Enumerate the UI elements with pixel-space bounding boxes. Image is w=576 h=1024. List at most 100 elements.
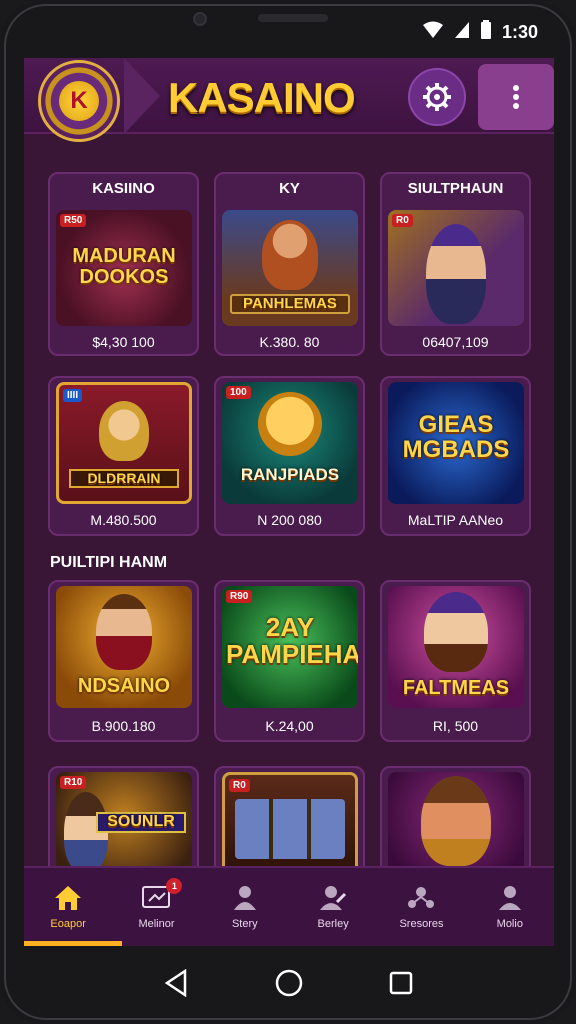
slot-reels [235,799,345,859]
game-art-title: GIEAS MGBADS [402,411,510,464]
character-figure [96,594,152,670]
game-badge: R50 [60,214,87,227]
app-screen: K KASAINO KASIINO R50 MADURAN DOOKOS $4,… [24,58,554,946]
nav-label: Eoapor [50,918,86,930]
nav-item-resources[interactable]: Sresores [377,868,465,946]
section-title: PUILTIPI HANM [50,554,168,571]
game-art-title: NDSAINO [77,675,171,697]
game-thumbnail: R10 SOUNLR [56,772,192,874]
game-badge: R0 [229,779,250,792]
game-card[interactable]: GIEAS MGBADS MaLTIP AANeo [380,376,531,536]
status-time: 1:30 [501,22,538,42]
status-bar: 1:30 [422,20,538,45]
recents-button[interactable] [389,971,413,1000]
wifi-icon [422,21,444,44]
game-card[interactable]: R0 [214,766,365,876]
game-badge: R10 [60,776,87,789]
game-art-title: PANHLEMAS [230,294,350,314]
game-card[interactable]: IIII DLDRRAIN M.480.500 [48,376,199,536]
game-thumbnail: 100 RANJPIADS [222,382,358,504]
back-button[interactable] [163,968,189,1002]
home-circle-icon [275,969,303,996]
game-card[interactable]: R10 SOUNLR [48,766,199,876]
game-badge: IIII [63,389,83,402]
character-figure [426,224,486,324]
bottom-navigation: Eoapor Melinor 1 Stery Berley Sresores M… [24,866,554,946]
game-value: K.24,00 [265,718,314,734]
game-art-title: SOUNLR [96,812,186,833]
game-badge: R0 [392,214,413,227]
game-thumbnail: NDSAINO [56,586,192,708]
nav-item-account[interactable]: Molio [466,868,554,946]
game-category-label: KASIINO [92,180,155,197]
system-navigation-bar [0,946,576,1024]
game-thumbnail: R90 2AY PAMPIEHAIS [222,586,358,708]
settings-button[interactable] [408,68,466,126]
game-thumbnail: R50 MADURAN DOOKOS [56,210,192,326]
game-thumbnail: R0 [222,772,358,874]
nav-label: Molio [496,918,523,930]
character-figure [258,392,322,456]
character-figure [262,220,318,290]
game-value: MaLTIP AANeo [407,512,504,528]
gear-icon [423,83,451,111]
account-icon [498,886,521,910]
phone-frame: 1:30 K KASAINO KASIINO R50 MADURAN DOOKO… [0,0,576,1024]
game-category-label: SIULTPHAUN [407,180,504,197]
app-title: KASAINO [168,74,356,121]
app-header: K KASAINO [24,58,554,142]
game-badge: R90 [226,590,253,603]
nav-label: Sresores [399,918,444,930]
app-logo[interactable]: K [38,60,120,142]
earpiece-speaker [258,14,328,22]
game-value: N 200 080 [257,512,322,528]
game-thumbnail: PANHLEMAS [222,210,358,326]
game-value: B.900.180 [91,718,156,734]
game-card[interactable]: FALTMEAS RI, 500 [380,580,531,742]
more-vertical-icon [513,85,519,109]
home-button[interactable] [275,969,303,1002]
game-art-title: 2AY PAMPIEHAIS [226,612,358,670]
game-art-title: DLDRRAIN [69,469,179,488]
battery-icon [480,20,492,45]
game-card[interactable] [380,766,531,876]
nav-item-home[interactable]: Eoapor [24,868,122,946]
nav-item-dashboard[interactable]: Melinor 1 [112,868,200,946]
game-badge: 100 [226,386,251,399]
game-thumbnail: FALTMEAS [388,586,524,708]
signal-icon [454,21,470,44]
game-thumbnail: IIII DLDRRAIN [56,382,192,504]
game-card[interactable]: SIULTPHAUN R0 06407,109 [380,172,531,356]
game-thumbnail [388,772,524,874]
game-art-title: FALTMEAS [402,677,510,699]
more-options-button[interactable] [478,64,554,130]
character-figure [99,401,149,461]
game-card[interactable]: KY PANHLEMAS K.380. 80 [214,172,365,356]
nav-item-berley[interactable]: Berley [289,868,377,946]
game-value: RI, 500 [432,718,479,734]
nav-item-story[interactable]: Stery [201,868,289,946]
game-card[interactable]: R90 2AY PAMPIEHAIS K.24,00 [214,580,365,742]
profile-icon [233,886,256,910]
game-art-title: RANJPIADS [240,465,340,484]
network-icon [408,887,435,908]
game-card[interactable]: NDSAINO B.900.180 [48,580,199,742]
user-edit-icon [320,886,347,910]
home-icon [55,886,82,910]
nav-label: Stery [231,918,258,930]
character-figure [421,776,491,866]
back-triangle-icon [164,968,187,997]
game-card[interactable]: 100 RANJPIADS N 200 080 [214,376,365,536]
character-figure [424,592,488,672]
nav-label: Berley [317,918,349,930]
nav-label: Melinor [138,918,175,930]
game-thumbnail: R0 [388,210,524,326]
game-value: M.480.500 [90,512,157,528]
game-thumbnail: GIEAS MGBADS [388,382,524,504]
game-card[interactable]: KASIINO R50 MADURAN DOOKOS $4,30 100 [48,172,199,356]
logo-letter: K [59,81,99,121]
game-art-title: MADURAN DOOKOS [72,245,176,288]
front-camera [193,12,207,26]
game-value: K.380. 80 [259,334,320,350]
game-value: 06407,109 [422,334,489,350]
